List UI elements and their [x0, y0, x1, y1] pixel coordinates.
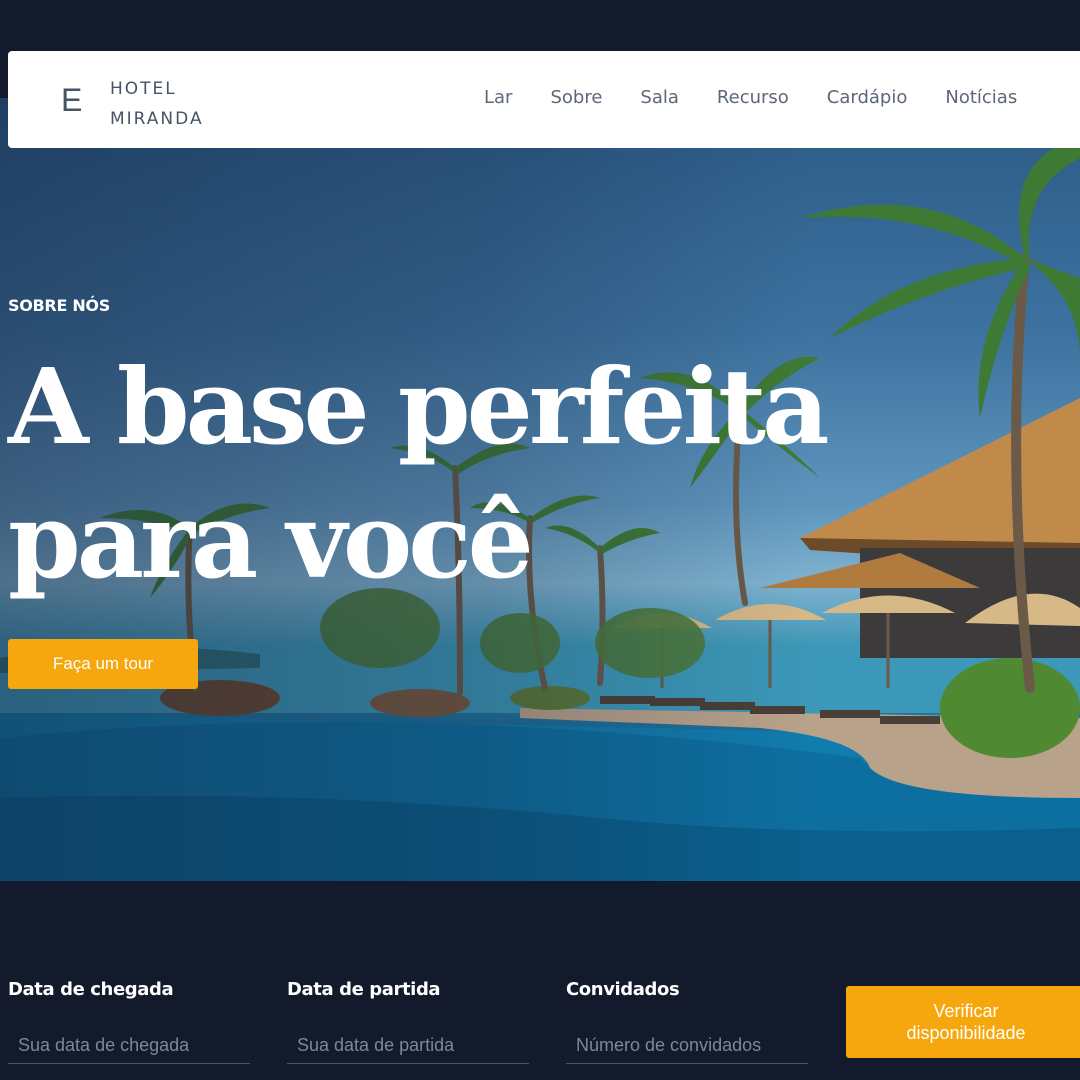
brand-line-2: MIRANDA [110, 109, 204, 129]
nav-item-noticias[interactable]: Notícias [945, 87, 1017, 108]
departure-field-group: Data de partida [287, 979, 529, 1064]
take-tour-button[interactable]: Faça um tour [8, 639, 198, 689]
hero-eyebrow: SOBRE NÓS [8, 296, 110, 315]
nav-item-recurso[interactable]: Recurso [717, 87, 789, 108]
hero-headline: A base perfeita para você [8, 340, 888, 608]
hero-headline-line-1: A base perfeita [8, 345, 829, 468]
main-navbar: E HOTEL MIRANDA Lar Sobre Sala Recurso C… [8, 51, 1080, 148]
arrival-date-input[interactable] [8, 1028, 250, 1064]
arrival-label: Data de chegada [8, 979, 174, 1000]
arrival-field-group: Data de chegada [8, 979, 250, 1064]
departure-label: Data de partida [287, 979, 441, 1000]
logo-mark-icon[interactable]: E [61, 80, 91, 120]
booking-bar: Data de chegada Data de partida Convidad… [0, 881, 1080, 1080]
brand-logo[interactable]: HOTEL MIRANDA [110, 74, 204, 134]
brand-line-1: HOTEL [110, 79, 177, 99]
nav-item-cardapio[interactable]: Cardápio [827, 87, 908, 108]
guests-label: Convidados [566, 979, 680, 1000]
nav-item-sobre[interactable]: Sobre [550, 87, 602, 108]
nav-menu: Lar Sobre Sala Recurso Cardápio Notícias [484, 87, 1055, 108]
guests-field-group: Convidados [566, 979, 808, 1064]
departure-date-input[interactable] [287, 1028, 529, 1064]
nav-item-sala[interactable]: Sala [640, 87, 679, 108]
nav-item-lar[interactable]: Lar [484, 87, 512, 108]
guests-input[interactable] [566, 1028, 808, 1064]
check-availability-button[interactable]: Verificar disponibilidade [846, 986, 1080, 1058]
hero-headline-line-2: para você [8, 479, 534, 602]
